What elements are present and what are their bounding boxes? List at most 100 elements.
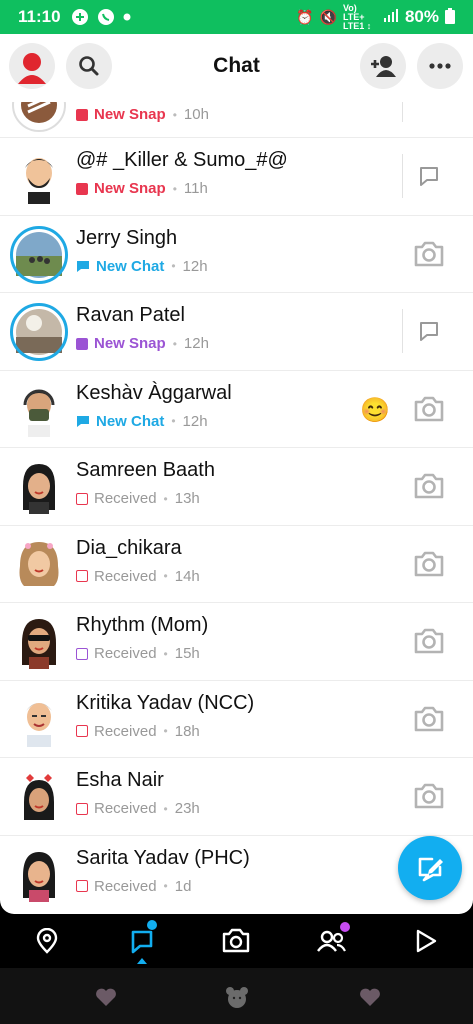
received-icon: [76, 802, 88, 815]
nav-stories[interactable]: [314, 922, 350, 958]
avatar: [10, 691, 68, 749]
avatar: [10, 768, 68, 826]
stories-badge: [340, 922, 350, 932]
chat-status: Received • 1d: [76, 878, 191, 895]
heart-icon: [96, 988, 116, 1006]
chat-status: Received • 23h: [76, 800, 200, 817]
nav-map[interactable]: [30, 924, 64, 958]
nav-home-button[interactable]: [225, 986, 249, 1008]
list-item[interactable]: Samreen Baath Received • 13h: [0, 448, 473, 526]
more-icon: [429, 63, 451, 69]
camera-icon: [222, 928, 250, 953]
camera-icon: [414, 241, 444, 266]
avatar: [10, 148, 68, 206]
received-icon: [76, 725, 88, 737]
avatar: [10, 613, 68, 671]
list-item[interactable]: Rhythm (Mom) Received • 15h: [0, 603, 473, 681]
chat-name: Keshàv Àggarwal: [76, 381, 232, 404]
list-item[interactable]: Dia_chikara Received • 14h: [0, 526, 473, 603]
list-item[interactable]: @# _Killer & Sumo_#@ New Snap • 11h: [0, 138, 473, 216]
chat-status: New Chat • 12h: [76, 413, 208, 430]
camera-icon: [414, 473, 444, 499]
list-item[interactable]: Keshàv Àggarwal New Chat • 12h 😊: [0, 371, 473, 448]
camera-icon: [414, 396, 444, 421]
friend-emoji: 😊: [360, 396, 390, 424]
nav-camera[interactable]: [219, 924, 253, 958]
battery-level: 80%: [404, 7, 439, 26]
chat-status: Received • 18h: [76, 723, 200, 740]
add-friend-icon: [371, 56, 396, 77]
list-item[interactable]: Esha Nair Received • 23h: [0, 758, 473, 836]
chat-status: New Chat • 12h: [76, 258, 208, 275]
reply-icon: [420, 322, 438, 341]
system-nav-bar: [0, 968, 473, 1024]
new-chat-icon: [77, 260, 89, 272]
chat-status: Received • 15h: [76, 645, 200, 662]
list-item[interactable]: New Snap • 10h: [0, 102, 473, 138]
reply-button[interactable]: [411, 313, 447, 349]
new-snap-icon: [76, 182, 88, 195]
avatar: [10, 303, 68, 361]
chat-name: Rhythm (Mom): [76, 614, 209, 636]
list-item[interactable]: Kritika Yadav (NCC) Received • 18h: [0, 681, 473, 758]
whatsapp-icon: [97, 8, 115, 26]
heart-icon: [360, 988, 380, 1006]
nav-spotlight[interactable]: [409, 924, 443, 958]
reply-button[interactable]: [411, 158, 447, 194]
list-item[interactable]: Jerry Singh New Chat • 12h: [0, 216, 473, 293]
add-friend-button[interactable]: [360, 43, 406, 89]
camera-button[interactable]: [411, 623, 447, 659]
bear-icon: [226, 987, 248, 1008]
status-time: 11:10: [18, 7, 61, 26]
camera-button[interactable]: [411, 236, 447, 272]
bottom-nav: [0, 914, 473, 968]
camera-button[interactable]: [411, 701, 447, 737]
chat-name: Jerry Singh: [76, 226, 178, 249]
chat-status: Received • 14h: [76, 568, 200, 585]
camera-icon: [414, 706, 444, 731]
new-chat-icon: [77, 415, 89, 427]
map-icon: [36, 928, 58, 954]
chat-name: Dia_chikara: [76, 536, 182, 559]
chat-badge: [147, 920, 157, 930]
avatar: [10, 536, 68, 594]
chat-status: Received • 13h: [76, 490, 200, 507]
avatar: [10, 225, 68, 284]
active-indicator-icon: [137, 958, 147, 964]
nav-recents-button[interactable]: [358, 986, 382, 1008]
list-item[interactable]: Ravan Patel New Snap • 12h: [0, 293, 473, 371]
avatar: [10, 381, 68, 439]
chat-icon: [131, 930, 153, 954]
chat-name: Esha Nair: [76, 769, 164, 791]
reply-icon: [420, 167, 438, 186]
more-button[interactable]: [417, 43, 463, 89]
avatar: [10, 458, 68, 516]
chat-status: New Snap • 12h: [76, 335, 209, 352]
nav-chat[interactable]: [125, 920, 159, 964]
camera-button[interactable]: [411, 778, 447, 814]
chat-name: @# _Killer & Sumo_#@: [76, 149, 288, 171]
chat-status: New Snap • 11h: [76, 180, 208, 197]
signal-icon: [383, 8, 399, 26]
received-icon: [76, 880, 88, 892]
stories-icon: [317, 930, 346, 952]
avatar: [10, 846, 68, 904]
status-bar: 11:10 ⏰ 🔇 Vo) LTE+ LTE1 ↕ 80%: [0, 0, 473, 34]
received-icon: [76, 647, 88, 660]
nav-back-button[interactable]: [94, 986, 118, 1008]
camera-icon: [414, 551, 444, 576]
chat-name: Ravan Patel: [76, 304, 185, 326]
camera-button[interactable]: [411, 546, 447, 582]
network-indicator: Vo) LTE+ LTE1 ↕: [342, 2, 372, 31]
new-snap-icon: [76, 337, 88, 350]
chat-list: New Snap • 10h @# _Killer & Sumo_#@ New …: [0, 102, 473, 913]
new-chat-button[interactable]: [398, 836, 462, 900]
camera-button[interactable]: [411, 468, 447, 504]
dot-icon: [123, 13, 131, 21]
chat-header: Chat: [0, 34, 473, 102]
chat-status: New Snap • 10h: [76, 106, 209, 123]
chat-name: Samreen Baath: [76, 459, 215, 481]
notification-icon: [71, 8, 89, 26]
received-icon: [76, 570, 88, 582]
camera-button[interactable]: [411, 391, 447, 427]
